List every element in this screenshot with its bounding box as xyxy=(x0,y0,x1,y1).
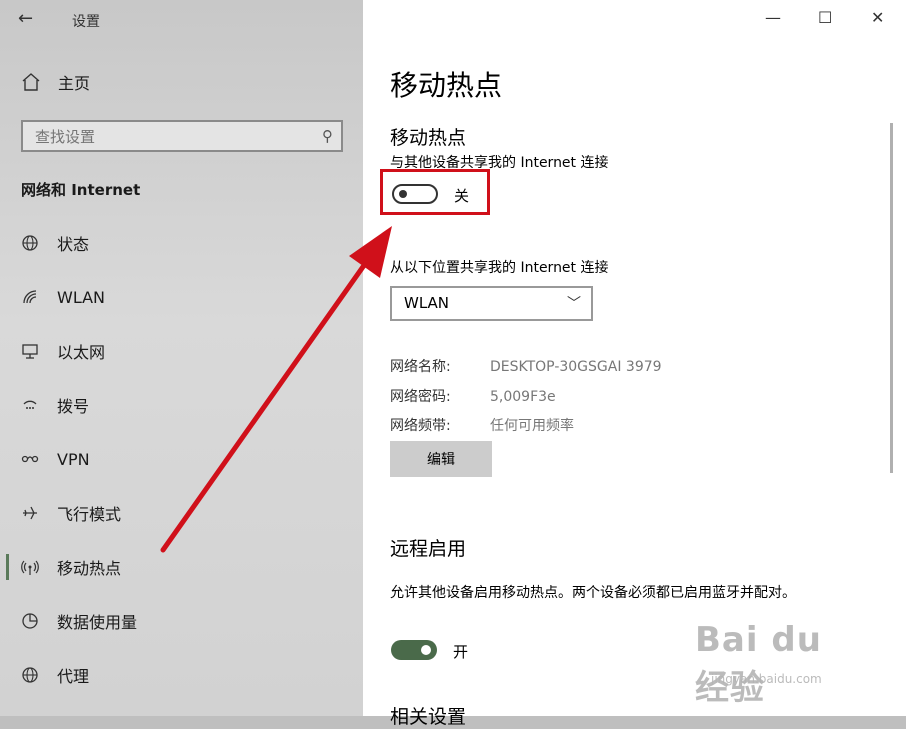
page-title: 移动热点 xyxy=(390,69,503,102)
sidebar-item-label: 代理 xyxy=(57,667,90,686)
section-title: 网络和 Internet xyxy=(21,181,141,199)
edit-button[interactable]: 编辑 xyxy=(390,441,492,477)
sidebar-item-wlan[interactable]: WLAN xyxy=(0,270,363,324)
sidebar-item-proxy[interactable]: 代理 xyxy=(0,648,363,702)
chevron-down-icon: ﹀ xyxy=(567,296,581,312)
toggle-knob xyxy=(421,645,431,655)
sidebar-item-dialup[interactable]: 拨号 xyxy=(0,378,363,432)
vpn-icon xyxy=(21,455,39,463)
maximize-icon[interactable]: ☐ xyxy=(818,8,832,27)
scrollbar[interactable] xyxy=(890,123,893,473)
hotspot-subtitle: 移动热点 xyxy=(390,127,467,149)
info-value: 任何可用频率 xyxy=(490,418,574,434)
sidebar-item-data-usage[interactable]: 数据使用量 xyxy=(0,594,363,648)
connection-select[interactable]: WLAN ﹀ xyxy=(390,286,593,321)
info-key: 网络名称: xyxy=(390,359,451,375)
info-value: 5,009F3e xyxy=(490,389,556,405)
home-nav[interactable]: 主页 xyxy=(20,70,90,94)
data-usage-icon xyxy=(22,613,38,629)
sidebar-item-label: 状态 xyxy=(57,235,90,254)
nav-list: 状态 WLAN 以太网 拨号 VPN 飞行模式 移动热点 数据使用量 代理 xyxy=(0,216,363,702)
close-icon[interactable]: ✕ xyxy=(871,8,884,27)
title-bar: ← 设置 xyxy=(0,0,363,40)
info-value: DESKTOP-30GSGAI 3979 xyxy=(490,359,662,375)
remote-enable-title: 远程启用 xyxy=(390,538,467,560)
info-row-network-password: 网络密码: 5,009F3e xyxy=(390,386,556,406)
remote-enable-toggle[interactable] xyxy=(391,640,437,660)
sidebar-item-label: 飞行模式 xyxy=(57,505,122,524)
hotspot-icon xyxy=(21,560,39,575)
sidebar-item-label: WLAN xyxy=(57,287,106,307)
dialup-icon xyxy=(23,400,37,409)
search-box[interactable]: ⚲ xyxy=(21,120,343,152)
sidebar-item-label: 拨号 xyxy=(57,397,90,416)
airplane-icon xyxy=(23,506,37,520)
connection-select-value: WLAN xyxy=(404,294,450,312)
sidebar: ← 设置 主页 ⚲ 网络和 Internet 状态 WLAN 以太网 拨号 xyxy=(0,0,363,716)
sidebar-item-hotspot[interactable]: 移动热点 xyxy=(0,540,363,594)
sidebar-item-label: 数据使用量 xyxy=(57,613,138,632)
watermark-brand: Bai du 经验 xyxy=(695,620,822,708)
sidebar-item-label: VPN xyxy=(57,449,90,469)
annotation-highlight-box xyxy=(380,169,490,215)
info-key: 网络密码: xyxy=(390,389,451,405)
info-key: 网络频带: xyxy=(390,418,451,434)
sidebar-item-vpn[interactable]: VPN xyxy=(0,432,363,486)
ethernet-icon xyxy=(22,344,38,359)
share-from-description: 从以下位置共享我的 Internet 连接 xyxy=(390,260,609,276)
home-label: 主页 xyxy=(58,74,91,93)
back-arrow-icon[interactable]: ← xyxy=(18,8,33,29)
wifi-icon xyxy=(23,290,37,304)
sidebar-item-label: 移动热点 xyxy=(57,559,122,578)
main-pane: — ☐ ✕ 移动热点 移动热点 与其他设备共享我的 Internet 连接 关 … xyxy=(363,0,906,728)
watermark-url: jingyan.baidu.com xyxy=(711,672,822,686)
globe-icon xyxy=(22,235,38,251)
minimize-icon[interactable]: — xyxy=(765,8,781,27)
search-icon[interactable]: ⚲ xyxy=(322,127,333,145)
remote-toggle-label: 开 xyxy=(453,643,469,661)
sidebar-item-status[interactable]: 状态 xyxy=(0,216,363,270)
info-row-network-band: 网络频带: 任何可用频率 xyxy=(390,415,574,435)
proxy-icon xyxy=(22,667,38,683)
info-row-network-name: 网络名称: DESKTOP-30GSGAI 3979 xyxy=(390,356,662,376)
home-icon xyxy=(22,73,40,91)
search-input[interactable] xyxy=(23,122,307,152)
remote-enable-description: 允许其他设备启用移动热点。两个设备必须都已启用蓝牙并配对。 xyxy=(390,585,796,601)
baidu-watermark: Bai du 经验 jingyan.baidu.com xyxy=(695,612,865,708)
sidebar-item-label: 以太网 xyxy=(57,343,106,362)
sidebar-item-airplane[interactable]: 飞行模式 xyxy=(0,486,363,540)
sidebar-item-ethernet[interactable]: 以太网 xyxy=(0,324,363,378)
app-title: 设置 xyxy=(72,14,100,30)
